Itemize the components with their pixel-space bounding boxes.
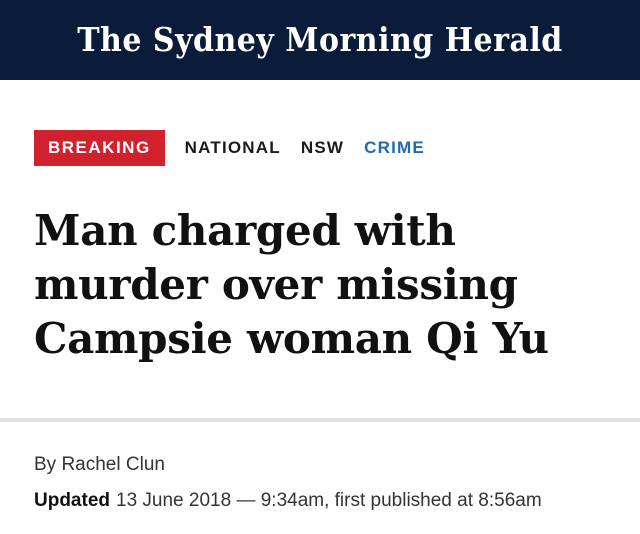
- tag-national[interactable]: NATIONAL: [185, 138, 281, 158]
- dateline-text: 13 June 2018 — 9:34am, first published a…: [116, 490, 542, 511]
- article-headline: Man charged with murder over missing Cam…: [34, 206, 549, 363]
- byline: By Rachel Clun: [34, 454, 165, 475]
- tag-nsw[interactable]: NSW: [301, 138, 344, 158]
- tag-crime[interactable]: CRIME: [364, 138, 425, 158]
- tag-row: BREAKING NATIONAL NSW CRIME: [34, 130, 425, 166]
- divider: [0, 418, 640, 422]
- masthead-logo-link[interactable]: The Sydney Morning Herald: [77, 21, 563, 60]
- article-header: BREAKING NATIONAL NSW CRIME Man charged …: [0, 80, 640, 418]
- updated-label: Updated: [34, 490, 110, 511]
- masthead: The Sydney Morning Herald: [0, 0, 640, 80]
- dateline: Updated 13 June 2018 — 9:34am, first publ…: [34, 490, 542, 512]
- breaking-badge: BREAKING: [34, 130, 165, 166]
